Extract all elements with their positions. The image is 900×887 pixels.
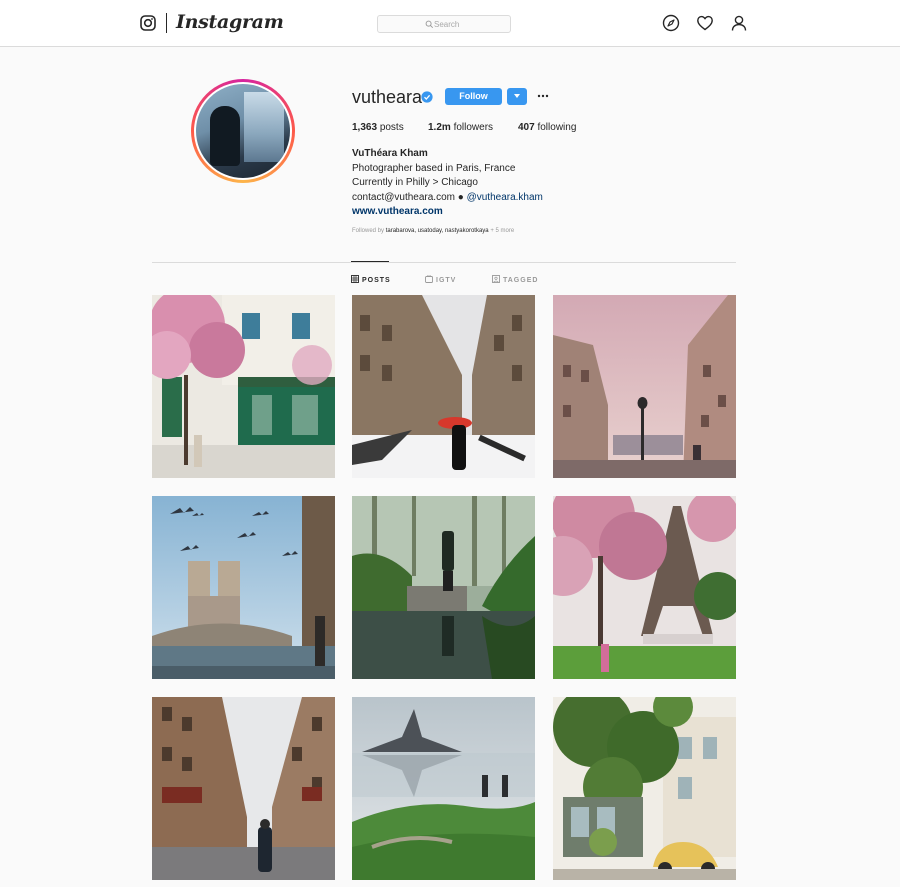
follow-button[interactable]: Follow bbox=[445, 88, 502, 105]
post-thumbnail[interactable] bbox=[553, 496, 736, 679]
heart-icon[interactable] bbox=[696, 14, 714, 32]
post-thumbnail[interactable] bbox=[553, 295, 736, 478]
post-thumbnail[interactable] bbox=[152, 295, 335, 478]
instagram-glyph-icon[interactable] bbox=[140, 15, 156, 31]
website-link[interactable]: www.vutheara.com bbox=[352, 206, 443, 217]
tab-igtv[interactable]: IGTV bbox=[425, 274, 457, 284]
chevron-down-icon bbox=[514, 94, 520, 98]
followed-by-prefix: Followed by bbox=[352, 228, 385, 234]
user-icon[interactable] bbox=[730, 14, 748, 32]
tab-label: POSTS bbox=[362, 277, 391, 284]
avatar[interactable] bbox=[196, 84, 290, 178]
post-thumbnail[interactable] bbox=[152, 496, 335, 679]
bio-contact-line: contact@vutheara.com ● @vutheara.kham bbox=[352, 192, 543, 203]
search-box[interactable] bbox=[377, 15, 511, 33]
following-count-value: 407 bbox=[518, 122, 535, 133]
tab-label: IGTV bbox=[436, 277, 457, 284]
compass-icon[interactable] bbox=[662, 14, 680, 32]
bio-line: Photographer based in Paris, France bbox=[352, 163, 516, 174]
followed-by[interactable]: Followed by tarabarova, usatoday, nastya… bbox=[352, 228, 514, 234]
followed-by-more: + 5 more bbox=[490, 228, 515, 234]
followers-link[interactable]: 1.2m followers bbox=[428, 122, 493, 133]
tabs-divider bbox=[152, 262, 736, 263]
search-icon bbox=[425, 20, 434, 29]
avatar-window bbox=[244, 92, 284, 162]
active-tab-indicator bbox=[351, 261, 389, 262]
followed-by-names: tarabarova, usatoday, nastyakorotkaya bbox=[385, 228, 489, 234]
followers-count-label: followers bbox=[453, 122, 494, 133]
story-ring[interactable] bbox=[191, 79, 295, 183]
post-thumbnail[interactable] bbox=[152, 697, 335, 880]
instagram-wordmark[interactable]: Instagram bbox=[176, 11, 284, 33]
search-input[interactable] bbox=[434, 18, 508, 31]
bio-email: contact@vutheara.com ● bbox=[352, 192, 467, 203]
tab-posts[interactable]: POSTS bbox=[351, 275, 391, 284]
more-options-icon[interactable] bbox=[537, 94, 549, 98]
top-navigation-bar: Instagram bbox=[0, 0, 900, 47]
bio-line: Currently in Philly > Chicago bbox=[352, 177, 478, 188]
post-thumbnail[interactable] bbox=[352, 295, 535, 478]
bio-mention-link[interactable]: @vutheara.kham bbox=[467, 192, 543, 203]
profile-username: vutheara bbox=[352, 87, 423, 107]
profile-full-name: VuThéara Kham bbox=[352, 148, 428, 159]
suggestions-button[interactable] bbox=[507, 88, 527, 105]
following-link[interactable]: 407 following bbox=[518, 122, 576, 133]
post-thumbnail[interactable] bbox=[553, 697, 736, 880]
followers-count-value: 1.2m bbox=[428, 122, 451, 133]
tagged-person-icon bbox=[492, 275, 500, 283]
posts-count-label: posts bbox=[379, 122, 404, 133]
following-count-label: following bbox=[537, 122, 577, 133]
igtv-icon bbox=[425, 274, 433, 283]
tab-label: TAGGED bbox=[503, 277, 539, 284]
grid-icon bbox=[351, 275, 359, 283]
tab-tagged[interactable]: TAGGED bbox=[492, 275, 538, 284]
logo-divider bbox=[166, 13, 167, 33]
avatar-silhouette bbox=[210, 106, 240, 166]
posts-count: 1,363 posts bbox=[352, 122, 404, 133]
post-thumbnail[interactable] bbox=[352, 496, 535, 679]
posts-count-value: 1,363 bbox=[352, 122, 378, 133]
verified-badge-icon bbox=[421, 91, 433, 103]
post-thumbnail[interactable] bbox=[352, 697, 535, 880]
